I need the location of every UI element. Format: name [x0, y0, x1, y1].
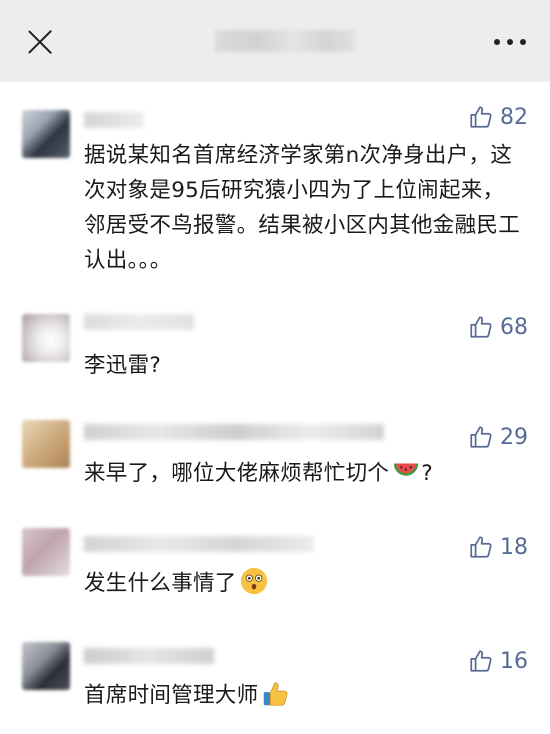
like-button[interactable]: 68 [468, 314, 528, 340]
like-button[interactable]: 82 [468, 104, 528, 130]
avatar[interactable] [22, 642, 70, 690]
comment-text: 据说某知名首席经济学家第n次净身出户，这次对象是95后研究猿小四为了上位闹起来，… [84, 143, 521, 273]
thumbs-up-icon [470, 316, 492, 338]
like-count: 29 [500, 424, 528, 450]
like-count: 16 [500, 648, 528, 674]
user-name-redacted [84, 112, 144, 128]
more-options-icon[interactable] [494, 39, 528, 47]
thumbs-up-icon [470, 426, 492, 448]
like-count: 82 [500, 104, 528, 130]
thumbs-up-icon [470, 650, 492, 672]
comment-text: 发生什么事情了 [84, 566, 524, 601]
user-name-redacted [84, 314, 194, 330]
astonished-face-emoji [240, 567, 267, 595]
comment-text: 来早了，哪位大佬麻烦帮忙切个 ? [84, 456, 524, 491]
user-name-redacted [84, 424, 384, 440]
comment-text-main: 发生什么事情了 [84, 571, 237, 596]
user-name-redacted [84, 648, 214, 664]
comment-text-tail: ? [421, 461, 433, 486]
like-button[interactable]: 18 [468, 534, 528, 560]
comment-text: 首席时间管理大师 [84, 678, 524, 713]
comment-text-main: 首席时间管理大师 [84, 683, 259, 708]
avatar[interactable] [22, 314, 70, 362]
comment-text-main: 来早了，哪位大佬麻烦帮忙切个 [84, 461, 390, 486]
like-button[interactable]: 16 [468, 648, 528, 674]
top-bar [0, 0, 550, 82]
watermelon-emoji [394, 463, 419, 476]
thumbs-up-emoji [264, 682, 288, 706]
close-icon[interactable] [26, 28, 54, 56]
avatar[interactable] [22, 110, 70, 158]
page-title-redacted [215, 30, 355, 52]
user-name-redacted [84, 536, 314, 552]
like-count: 18 [500, 534, 528, 560]
avatar[interactable] [22, 420, 70, 468]
like-button[interactable]: 29 [468, 424, 528, 450]
comment-list: 82 据说某知名首席经济学家第n次净身出户，这次对象是95后研究猿小四为了上位闹… [0, 82, 550, 734]
comment-text: 李迅雷? [84, 353, 162, 378]
thumbs-up-icon [470, 536, 492, 558]
avatar[interactable] [22, 528, 70, 576]
like-count: 68 [500, 314, 528, 340]
thumbs-up-icon [470, 106, 492, 128]
